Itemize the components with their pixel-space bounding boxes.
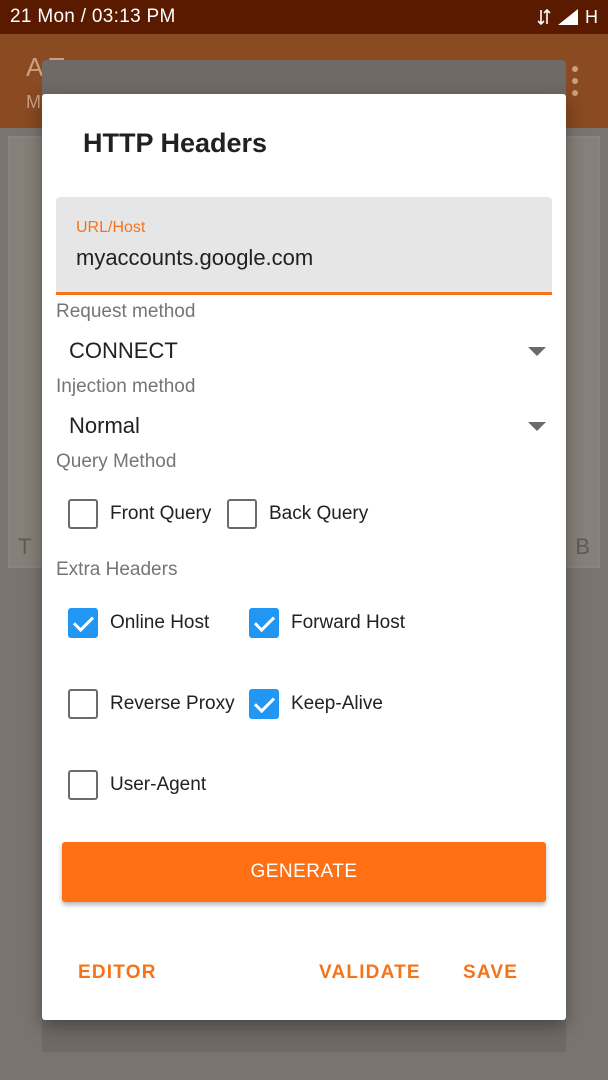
url-host-label: URL/Host — [76, 219, 146, 236]
dropdown-arrow-icon — [528, 422, 546, 431]
network-type: H — [585, 6, 598, 27]
checkbox-box[interactable] — [227, 499, 257, 529]
user-agent-checkbox[interactable]: User-Agent — [68, 767, 206, 803]
background-app-subtitle: M — [26, 92, 41, 112]
forward-host-checkbox[interactable]: Forward Host — [249, 605, 405, 641]
checkbox-box[interactable] — [249, 689, 279, 719]
checkbox-label: Back Query — [269, 503, 369, 524]
editor-button[interactable]: EDITOR — [78, 962, 157, 984]
status-bar: 21 Mon / 03:13 PM H — [0, 0, 608, 34]
reverse-proxy-checkbox[interactable]: Reverse Proxy — [68, 686, 235, 722]
front-query-checkbox[interactable]: Front Query — [68, 496, 211, 532]
keep-alive-checkbox[interactable]: Keep-Alive — [249, 686, 383, 722]
injection-method-spinner[interactable]: Normal — [56, 405, 552, 449]
background-card-right-text: B — [575, 534, 590, 559]
checkbox-label: Online Host — [110, 612, 210, 633]
validate-button[interactable]: VALIDATE — [319, 962, 421, 984]
query-method-label: Query Method — [56, 451, 177, 472]
url-host-input[interactable] — [76, 245, 536, 271]
dialog-title: HTTP Headers — [83, 128, 268, 158]
request-method-label: Request method — [56, 301, 196, 322]
checkbox-box[interactable] — [68, 689, 98, 719]
status-time: 21 Mon / 03:13 PM — [10, 6, 176, 27]
http-headers-dialog: HTTP Headers URL/Host Request method CON… — [42, 94, 566, 1020]
background-card-left-text: T — [18, 534, 32, 559]
save-button[interactable]: SAVE — [463, 962, 518, 984]
signal-icon — [558, 9, 578, 25]
injection-method-value: Normal — [69, 413, 140, 438]
checkbox-label: Reverse Proxy — [110, 693, 235, 714]
extra-headers-label: Extra Headers — [56, 559, 178, 580]
request-method-spinner[interactable]: CONNECT — [56, 330, 552, 374]
checkbox-label: User-Agent — [110, 774, 207, 795]
overflow-menu-icon — [572, 66, 578, 96]
dropdown-arrow-icon — [528, 347, 546, 356]
checkbox-box[interactable] — [68, 608, 98, 638]
url-host-field[interactable]: URL/Host — [56, 197, 552, 295]
dialog-actions: EDITOR VALIDATE SAVE — [42, 954, 566, 994]
checkbox-box[interactable] — [249, 608, 279, 638]
data-transfer-icon — [537, 8, 551, 26]
online-host-checkbox[interactable]: Online Host — [68, 605, 209, 641]
request-method-value: CONNECT — [69, 338, 178, 363]
checkbox-box[interactable] — [68, 770, 98, 800]
checkbox-label: Forward Host — [291, 612, 406, 633]
checkbox-box[interactable] — [68, 499, 98, 529]
back-query-checkbox[interactable]: Back Query — [227, 496, 368, 532]
status-icons: H — [537, 7, 598, 28]
checkbox-label: Front Query — [110, 503, 212, 524]
checkbox-label: Keep-Alive — [291, 693, 383, 714]
generate-button[interactable]: GENERATE — [62, 842, 546, 902]
injection-method-label: Injection method — [56, 376, 196, 397]
